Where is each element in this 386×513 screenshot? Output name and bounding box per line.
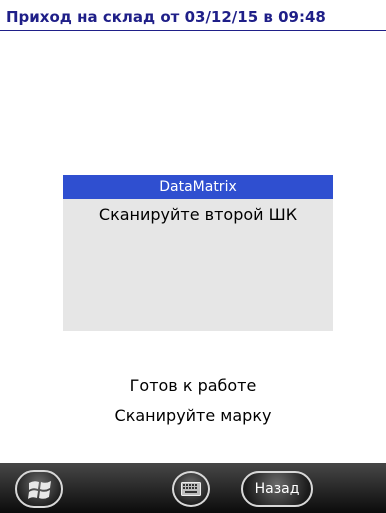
status-scan-text: Сканируйте марку (114, 406, 272, 425)
start-button[interactable] (15, 470, 63, 508)
windows-flag-icon (28, 481, 51, 499)
status-ready-text: Готов к работе (129, 376, 257, 395)
scan-panel-header: DataMatrix (63, 175, 333, 199)
keyboard-icon (181, 482, 201, 496)
scan-panel: DataMatrix Сканируйте второй ШК (63, 175, 333, 331)
page-title: Приход на склад от 03/12/15 в 09:48 (6, 8, 326, 26)
scan-instruction: Сканируйте второй ШК (98, 205, 298, 224)
keyboard-button[interactable] (172, 471, 210, 507)
bottom-taskbar: Назад (0, 463, 386, 513)
back-button[interactable]: Назад (241, 471, 313, 507)
title-divider (0, 30, 386, 31)
